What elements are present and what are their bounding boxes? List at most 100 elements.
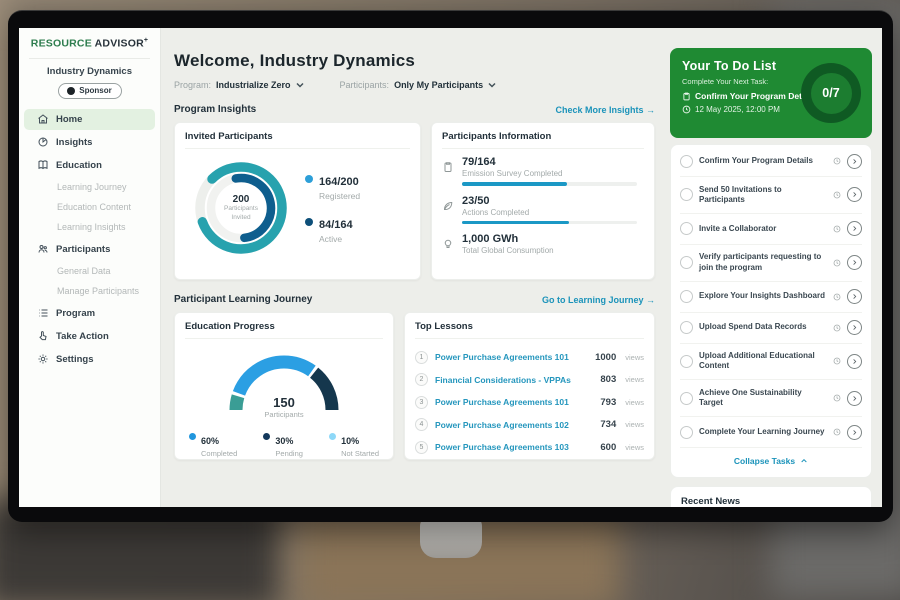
insights-icon (37, 136, 49, 148)
take-action-icon (37, 330, 49, 342)
legend-label: Registered (319, 191, 360, 201)
logo-plus: + (144, 37, 148, 44)
sidebar: RESOURCE ADVISOR+ Industry Dynamics Spon… (19, 28, 161, 507)
gauge-center-value: 150 (222, 395, 346, 410)
donut-legend: 164/200 Registered 84/164 Active (305, 172, 360, 244)
lesson-row[interactable]: 2 Financial Considerations - VPPAs 803 v… (415, 369, 644, 392)
task-open-button[interactable] (847, 425, 862, 440)
card-title: Invited Participants (185, 131, 410, 149)
lesson-link[interactable]: Financial Considerations - VPPAs (435, 375, 593, 385)
sidebar-item-participants[interactable]: Participants (24, 239, 155, 260)
task-checkbox[interactable] (680, 188, 693, 201)
sponsor-badge[interactable]: Sponsor (58, 83, 122, 99)
participants-information-card: Participants Information 79/164 Emission… (431, 122, 655, 280)
participants-icon (37, 243, 49, 255)
views-label: views (625, 443, 644, 452)
card-title: Education Progress (185, 321, 383, 339)
task-open-button[interactable] (847, 354, 862, 369)
page-title: Welcome, Industry Dynamics (174, 51, 655, 71)
task-row-confirm-program[interactable]: Confirm Your Program Details (680, 146, 862, 177)
task-open-button[interactable] (847, 187, 862, 202)
collapse-tasks-link[interactable]: Collapse Tasks (680, 448, 862, 475)
card-title: Participants Information (442, 131, 644, 149)
lesson-link[interactable]: Power Purchase Agreements 103 (435, 442, 593, 452)
task-label: Complete Your Learning Journey (699, 427, 827, 437)
legend-label: Active (319, 234, 353, 244)
views-label: views (625, 353, 644, 362)
logo-secondary: ADVISOR (95, 38, 144, 50)
main-content: Welcome, Industry Dynamics Program: Indu… (161, 28, 664, 507)
legend-item-pending: 30% Pending (263, 431, 303, 458)
clock-icon (833, 428, 841, 436)
sidebar-item-education-content[interactable]: Education Content (24, 198, 155, 217)
rank-badge: 1 (415, 351, 428, 364)
lesson-row[interactable]: 3 Power Purchase Agreements 101 793 view… (415, 391, 644, 414)
participants-filter-value: Only My Participants (394, 80, 483, 90)
sidebar-item-label: Learning Insights (57, 222, 126, 232)
views-count: 734 (600, 419, 616, 430)
lesson-link[interactable]: Power Purchase Agreements 102 (435, 420, 593, 430)
task-row-invite-collaborator[interactable]: Invite a Collaborator (680, 214, 862, 245)
task-open-button[interactable] (847, 221, 862, 236)
task-open-button[interactable] (847, 255, 862, 270)
task-row-complete-learning-journey[interactable]: Complete Your Learning Journey (680, 417, 862, 448)
stat-label: Actions Completed (462, 208, 644, 217)
participants-filter[interactable]: Participants: Only My Participants (340, 80, 497, 90)
sidebar-item-manage-participants[interactable]: Manage Participants (24, 282, 155, 301)
stat-value: 23/50 (462, 195, 644, 207)
legend-value: 10% (341, 436, 359, 446)
task-checkbox[interactable] (680, 290, 693, 303)
sidebar-item-program[interactable]: Program (24, 303, 155, 324)
collapse-tasks-label: Collapse Tasks (734, 456, 795, 466)
sidebar-item-home[interactable]: Home (24, 109, 155, 130)
task-row-achieve-target[interactable]: Achieve One Sustainability Target (680, 380, 862, 417)
task-row-verify-participants[interactable]: Verify participants requesting to join t… (680, 245, 862, 282)
sidebar-item-settings[interactable]: Settings (24, 349, 155, 370)
task-checkbox[interactable] (680, 256, 693, 269)
task-checkbox[interactable] (680, 426, 693, 439)
go-to-learning-journey-link[interactable]: Go to Learning Journey → (542, 295, 655, 305)
task-open-button[interactable] (847, 391, 862, 406)
legend-dot (263, 433, 270, 440)
donut-center-label: Participants Invited (219, 205, 263, 222)
task-open-button[interactable] (847, 154, 862, 169)
todo-next-task-label: Confirm Your Program Details (695, 91, 816, 101)
task-row-upload-spend-data[interactable]: Upload Spend Data Records (680, 313, 862, 344)
sidebar-item-general-data[interactable]: General Data (24, 262, 155, 281)
sidebar-item-learning-insights[interactable]: Learning Insights (24, 218, 155, 237)
sidebar-item-label: Education Content (57, 202, 131, 212)
task-label: Invite a Collaborator (699, 224, 827, 234)
task-checkbox[interactable] (680, 392, 693, 405)
task-open-button[interactable] (847, 289, 862, 304)
sidebar-item-take-action[interactable]: Take Action (24, 326, 155, 347)
lesson-link[interactable]: Power Purchase Agreements 101 (435, 397, 593, 407)
check-more-insights-link[interactable]: Check More Insights → (555, 105, 655, 115)
task-row-explore-insights[interactable]: Explore Your Insights Dashboard (680, 282, 862, 313)
sidebar-item-insights[interactable]: Insights (24, 132, 155, 153)
task-label: Confirm Your Program Details (699, 156, 827, 166)
stat-global-consumption: 1,000 GWh Total Global Consumption (442, 233, 644, 255)
lesson-row[interactable]: 4 Power Purchase Agreements 102 734 view… (415, 414, 644, 437)
sidebar-item-label: Learning Journey (57, 182, 127, 192)
task-checkbox[interactable] (680, 355, 693, 368)
legend-item-active: 84/164 Active (305, 215, 360, 244)
lesson-row[interactable]: 1 Power Purchase Agreements 101 1000 vie… (415, 346, 644, 369)
task-checkbox[interactable] (680, 222, 693, 235)
sidebar-item-label: Manage Participants (57, 286, 139, 296)
sidebar-item-education[interactable]: Education (24, 155, 155, 176)
lesson-link[interactable]: Power Purchase Agreements 101 (435, 352, 588, 362)
task-row-send-invitations[interactable]: Send 50 Invitations to Participants (680, 177, 862, 214)
education-icon (37, 159, 49, 171)
clock-icon (833, 324, 841, 332)
stat-label: Emission Survey Completed (462, 169, 644, 178)
rank-badge: 4 (415, 418, 428, 431)
task-open-button[interactable] (847, 320, 862, 335)
lesson-row[interactable]: 5 Power Purchase Agreements 103 600 view… (415, 436, 644, 459)
task-checkbox[interactable] (680, 155, 693, 168)
sidebar-item-learning-journey[interactable]: Learning Journey (24, 178, 155, 197)
program-filter[interactable]: Program: Industrialize Zero (174, 80, 304, 90)
task-checkbox[interactable] (680, 321, 693, 334)
sidebar-item-label: Education (56, 160, 102, 171)
task-row-upload-educational-content[interactable]: Upload Additional Educational Content (680, 344, 862, 381)
logo-primary: RESOURCE (31, 38, 92, 50)
